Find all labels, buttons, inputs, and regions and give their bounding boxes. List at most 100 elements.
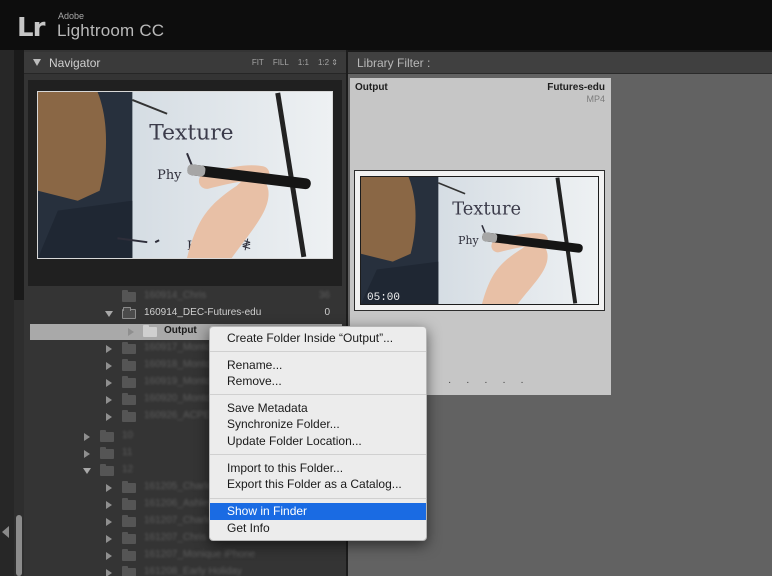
menu-item-save-metadata[interactable]: Save Metadata bbox=[210, 400, 426, 417]
menu-item-label: Synchronize Folder... bbox=[227, 417, 340, 431]
collapsed-triangle-icon[interactable] bbox=[106, 552, 112, 560]
folder-name: 161207_Chris bbox=[144, 532, 207, 543]
folder-open-icon bbox=[122, 307, 136, 319]
collapsed-triangle-icon[interactable] bbox=[106, 396, 112, 404]
folder-scrollbar-thumb[interactable] bbox=[16, 515, 22, 576]
context-menu: Create Folder Inside “Output”... Rename.… bbox=[209, 326, 427, 541]
video-duration: 05:00 bbox=[367, 292, 401, 304]
cell-options-dots[interactable]: · · · · · bbox=[448, 377, 530, 388]
folder-name: Output bbox=[164, 325, 197, 336]
folder-icon bbox=[100, 430, 114, 442]
folder-icon bbox=[122, 481, 136, 493]
tree-row[interactable]: 161207_Monique iPhone bbox=[30, 548, 342, 564]
tree-row-expanded-folder[interactable]: 160914_DEC-Futures-edu 0 bbox=[30, 306, 342, 322]
navigator-preview-image[interactable]: Texture Phy H al ≹ bbox=[37, 91, 333, 259]
expand-triangle-icon[interactable] bbox=[83, 468, 91, 474]
folder-name: 160926_ACPE bbox=[144, 410, 211, 421]
folder-icon bbox=[122, 359, 136, 371]
menu-item-rename[interactable]: Rename... bbox=[210, 357, 426, 374]
library-filter-bar[interactable]: Library Filter : bbox=[348, 52, 772, 74]
collapsed-triangle-icon[interactable] bbox=[106, 484, 112, 492]
collapsed-triangle-icon[interactable] bbox=[84, 450, 90, 458]
menu-item-get-info[interactable]: Get Info bbox=[210, 520, 426, 537]
menu-separator bbox=[210, 351, 426, 352]
menu-item-label: Get Info bbox=[227, 521, 270, 535]
menu-item-import-to-folder[interactable]: Import to this Folder... bbox=[210, 460, 426, 477]
menu-item-update-folder-location[interactable]: Update Folder Location... bbox=[210, 433, 426, 450]
folder-icon bbox=[100, 464, 114, 476]
app-header: Lr Adobe Lightroom CC bbox=[0, 0, 772, 50]
expand-triangle-icon[interactable] bbox=[105, 311, 113, 317]
menu-item-label: Remove... bbox=[227, 374, 282, 388]
collapsed-triangle-icon[interactable] bbox=[106, 413, 112, 421]
zoom-fit[interactable]: FIT bbox=[252, 58, 264, 67]
folder-count: 0 bbox=[324, 307, 330, 318]
menu-item-label: Create Folder Inside “Output”... bbox=[227, 331, 394, 345]
cell-file-extension: MP4 bbox=[586, 94, 605, 104]
folder-name: 160914_Chris bbox=[144, 290, 207, 301]
menu-item-label: Save Metadata bbox=[227, 401, 308, 415]
collapsed-triangle-icon[interactable] bbox=[84, 433, 90, 441]
zoom-options: FIT FILL 1:1 1:2 ⇕ bbox=[252, 58, 338, 67]
menu-item-remove[interactable]: Remove... bbox=[210, 373, 426, 390]
zoom-fill[interactable]: FILL bbox=[273, 58, 289, 67]
whiteboard-video-icon: Texture Phy bbox=[361, 177, 598, 304]
navigator-header[interactable]: Navigator FIT FILL 1:1 1:2 ⇕ bbox=[24, 52, 346, 74]
menu-item-label: Rename... bbox=[227, 358, 283, 372]
collapsed-triangle-icon[interactable] bbox=[106, 501, 112, 509]
folder-count: 36 bbox=[318, 290, 330, 301]
menu-item-label: Show in Finder bbox=[227, 504, 308, 518]
svg-text:Phy: Phy bbox=[458, 234, 479, 247]
disclosure-triangle-icon[interactable] bbox=[33, 59, 41, 66]
collapse-arrow-icon[interactable] bbox=[2, 526, 9, 538]
folder-name: 11 bbox=[122, 447, 133, 458]
brand-company: Adobe bbox=[58, 11, 85, 21]
folder-name: 161206_Ashley bbox=[144, 498, 213, 509]
lightroom-logo: Lr bbox=[17, 13, 45, 43]
folder-icon bbox=[122, 376, 136, 388]
menu-item-label: Export this Folder as a Catalog... bbox=[227, 477, 402, 491]
menu-item-label: Update Folder Location... bbox=[227, 434, 362, 448]
collapsed-triangle-icon[interactable] bbox=[106, 569, 112, 576]
folder-icon bbox=[122, 498, 136, 510]
left-edge-panel-toggle[interactable] bbox=[0, 50, 14, 576]
menu-separator bbox=[210, 394, 426, 395]
library-filter-label: Library Filter : bbox=[357, 56, 431, 70]
folder-name: 12 bbox=[122, 464, 134, 475]
folder-icon bbox=[122, 410, 136, 422]
collapsed-triangle-icon[interactable] bbox=[106, 518, 112, 526]
menu-item-export-as-catalog[interactable]: Export this Folder as a Catalog... bbox=[210, 476, 426, 493]
svg-text:Texture: Texture bbox=[452, 198, 521, 219]
tree-row[interactable]: 160914_Chris 36 bbox=[30, 289, 342, 305]
collapsed-triangle-icon[interactable] bbox=[128, 328, 134, 336]
menu-item-create-folder-inside[interactable]: Create Folder Inside “Output”... bbox=[210, 330, 426, 347]
folder-icon bbox=[143, 325, 157, 337]
folder-name: 10 bbox=[122, 430, 134, 441]
cell-folder-name: Futures-edu bbox=[547, 82, 605, 93]
tree-row[interactable]: 161208_Early Holiday bbox=[30, 565, 342, 576]
menu-item-synchronize-folder[interactable]: Synchronize Folder... bbox=[210, 416, 426, 433]
zoom-1-1[interactable]: 1:1 bbox=[298, 58, 309, 67]
svg-text:Texture: Texture bbox=[149, 120, 233, 145]
navigator-title: Navigator bbox=[49, 56, 101, 70]
folder-icon bbox=[122, 532, 136, 544]
folder-name: 161205_Charlot bbox=[144, 481, 216, 492]
collapsed-triangle-icon[interactable] bbox=[106, 535, 112, 543]
folder-icon bbox=[122, 290, 136, 302]
cell-file-name: Output bbox=[355, 82, 388, 93]
collapsed-triangle-icon[interactable] bbox=[106, 362, 112, 370]
thumbnail-frame[interactable]: Texture Phy 05:00 bbox=[354, 170, 605, 311]
video-thumbnail[interactable]: Texture Phy 05:00 bbox=[360, 176, 599, 305]
folder-name: 161207_Charlot bbox=[144, 515, 216, 526]
zoom-1-2[interactable]: 1:2 ⇕ bbox=[318, 58, 338, 67]
menu-item-show-in-finder[interactable]: Show in Finder bbox=[210, 503, 426, 520]
folder-icon bbox=[122, 566, 136, 576]
menu-item-label: Import to this Folder... bbox=[227, 461, 344, 475]
collapsed-triangle-icon[interactable] bbox=[106, 345, 112, 353]
svg-text:Phy: Phy bbox=[157, 168, 182, 183]
folder-icon bbox=[100, 447, 114, 459]
folder-icon bbox=[122, 515, 136, 527]
brand-product: Lightroom CC bbox=[57, 21, 165, 40]
folder-name: 160914_DEC-Futures-edu bbox=[144, 307, 262, 318]
collapsed-triangle-icon[interactable] bbox=[106, 379, 112, 387]
